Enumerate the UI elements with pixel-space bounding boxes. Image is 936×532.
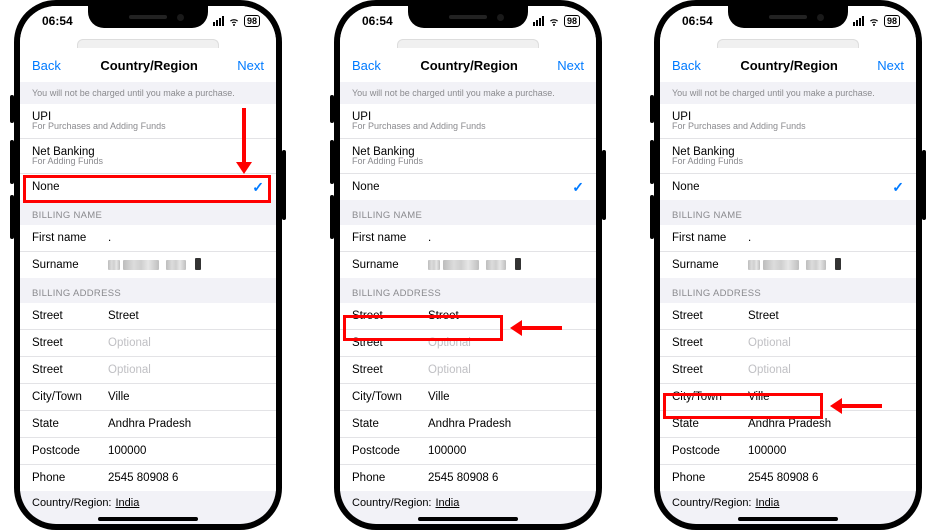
surname-field[interactable]: Surname [20,252,276,278]
status-time: 06:54 [682,14,713,28]
phone-field[interactable]: Phone2545 80908 6 [20,465,276,491]
street1-field[interactable]: StreetStreet [20,303,276,330]
back-button[interactable]: Back [32,58,61,73]
next-button[interactable]: Next [237,58,264,73]
status-time: 06:54 [42,14,73,28]
surname-field[interactable]: Surname [340,252,596,278]
payment-upi[interactable]: UPIFor Purchases and Adding Funds [340,104,596,139]
section-billing-address: BILLING ADDRESS [660,278,916,303]
page-title: Country/Region [740,58,838,73]
purchase-notice: You will not be charged until you make a… [20,82,276,104]
checkmark-icon: ✓ [892,179,904,196]
section-billing-name: BILLING NAME [340,200,596,225]
payment-none[interactable]: None✓ [340,174,596,200]
payment-none[interactable]: None ✓ [20,174,276,200]
wifi-icon [548,15,560,27]
back-button[interactable]: Back [352,58,381,73]
first-name-field[interactable]: First name. [340,225,596,252]
section-billing-address: BILLING ADDRESS [20,278,276,303]
postcode-field[interactable]: Postcode100000 [20,438,276,465]
nav-bar: Back Country/Region Next [20,48,276,82]
state-field[interactable]: StateAndhra Pradesh [660,411,916,438]
cellular-icon [533,16,544,26]
postcode-field[interactable]: Postcode100000 [340,438,596,465]
payment-upi[interactable]: UPIFor Purchases and Adding Funds [660,104,916,139]
status-time: 06:54 [362,14,393,28]
country-region-row[interactable]: Country/Region:India [340,491,596,515]
payment-upi[interactable]: UPI For Purchases and Adding Funds [20,104,276,139]
city-field[interactable]: City/TownVille [20,384,276,411]
state-field[interactable]: StateAndhra Pradesh [340,411,596,438]
street3-field[interactable]: StreetOptional [20,357,276,384]
city-field[interactable]: City/TownVille [660,384,916,411]
phone-field[interactable]: Phone2545 80908 6 [340,465,596,491]
surname-field[interactable]: Surname [660,252,916,278]
city-field[interactable]: City/TownVille [340,384,596,411]
first-name-field[interactable]: First name. [20,225,276,252]
cellular-icon [853,16,864,26]
street1-field[interactable]: StreetStreet [340,303,596,330]
street2-field[interactable]: StreetOptional [340,330,596,357]
tab-strip [660,36,916,48]
wifi-icon [868,15,880,27]
payment-netbanking[interactable]: Net BankingFor Adding Funds [340,139,596,174]
street2-field[interactable]: StreetOptional [20,330,276,357]
postcode-field[interactable]: Postcode100000 [660,438,916,465]
street3-field[interactable]: StreetOptional [660,357,916,384]
tab-strip [20,36,276,48]
next-button[interactable]: Next [557,58,584,73]
purchase-notice: You will not be charged until you make a… [660,82,916,104]
phone-mockup-2: 06:54 98 Back Country/Region Next You wi… [334,0,602,530]
payment-netbanking[interactable]: Net Banking For Adding Funds [20,139,276,174]
wifi-icon [228,15,240,27]
back-button[interactable]: Back [672,58,701,73]
cellular-icon [213,16,224,26]
country-region-row[interactable]: Country/Region:India [20,491,276,515]
battery-icon: 98 [564,15,580,27]
checkmark-icon: ✓ [572,179,584,196]
section-billing-name: BILLING NAME [660,200,916,225]
street1-field[interactable]: StreetStreet [660,303,916,330]
battery-icon: 98 [884,15,900,27]
street3-field[interactable]: StreetOptional [340,357,596,384]
page-title: Country/Region [420,58,518,73]
payment-none[interactable]: None✓ [660,174,916,200]
nav-bar: Back Country/Region Next [660,48,916,82]
nav-bar: Back Country/Region Next [340,48,596,82]
phone-mockup-1: 06:54 98 Back Country/Region Next You wi… [14,0,282,530]
first-name-field[interactable]: First name. [660,225,916,252]
purchase-notice: You will not be charged until you make a… [340,82,596,104]
country-region-row[interactable]: Country/Region:India [660,491,916,515]
battery-icon: 98 [244,15,260,27]
street2-field[interactable]: StreetOptional [660,330,916,357]
phone-mockup-3: 06:54 98 Back Country/Region Next You wi… [654,0,922,530]
home-indicator [418,517,518,521]
payment-netbanking[interactable]: Net BankingFor Adding Funds [660,139,916,174]
state-field[interactable]: StateAndhra Pradesh [20,411,276,438]
checkmark-icon: ✓ [252,179,264,196]
tab-strip [340,36,596,48]
home-indicator [738,517,838,521]
page-title: Country/Region [100,58,198,73]
section-billing-address: BILLING ADDRESS [340,278,596,303]
home-indicator [98,517,198,521]
next-button[interactable]: Next [877,58,904,73]
section-billing-name: BILLING NAME [20,200,276,225]
phone-field[interactable]: Phone2545 80908 6 [660,465,916,491]
